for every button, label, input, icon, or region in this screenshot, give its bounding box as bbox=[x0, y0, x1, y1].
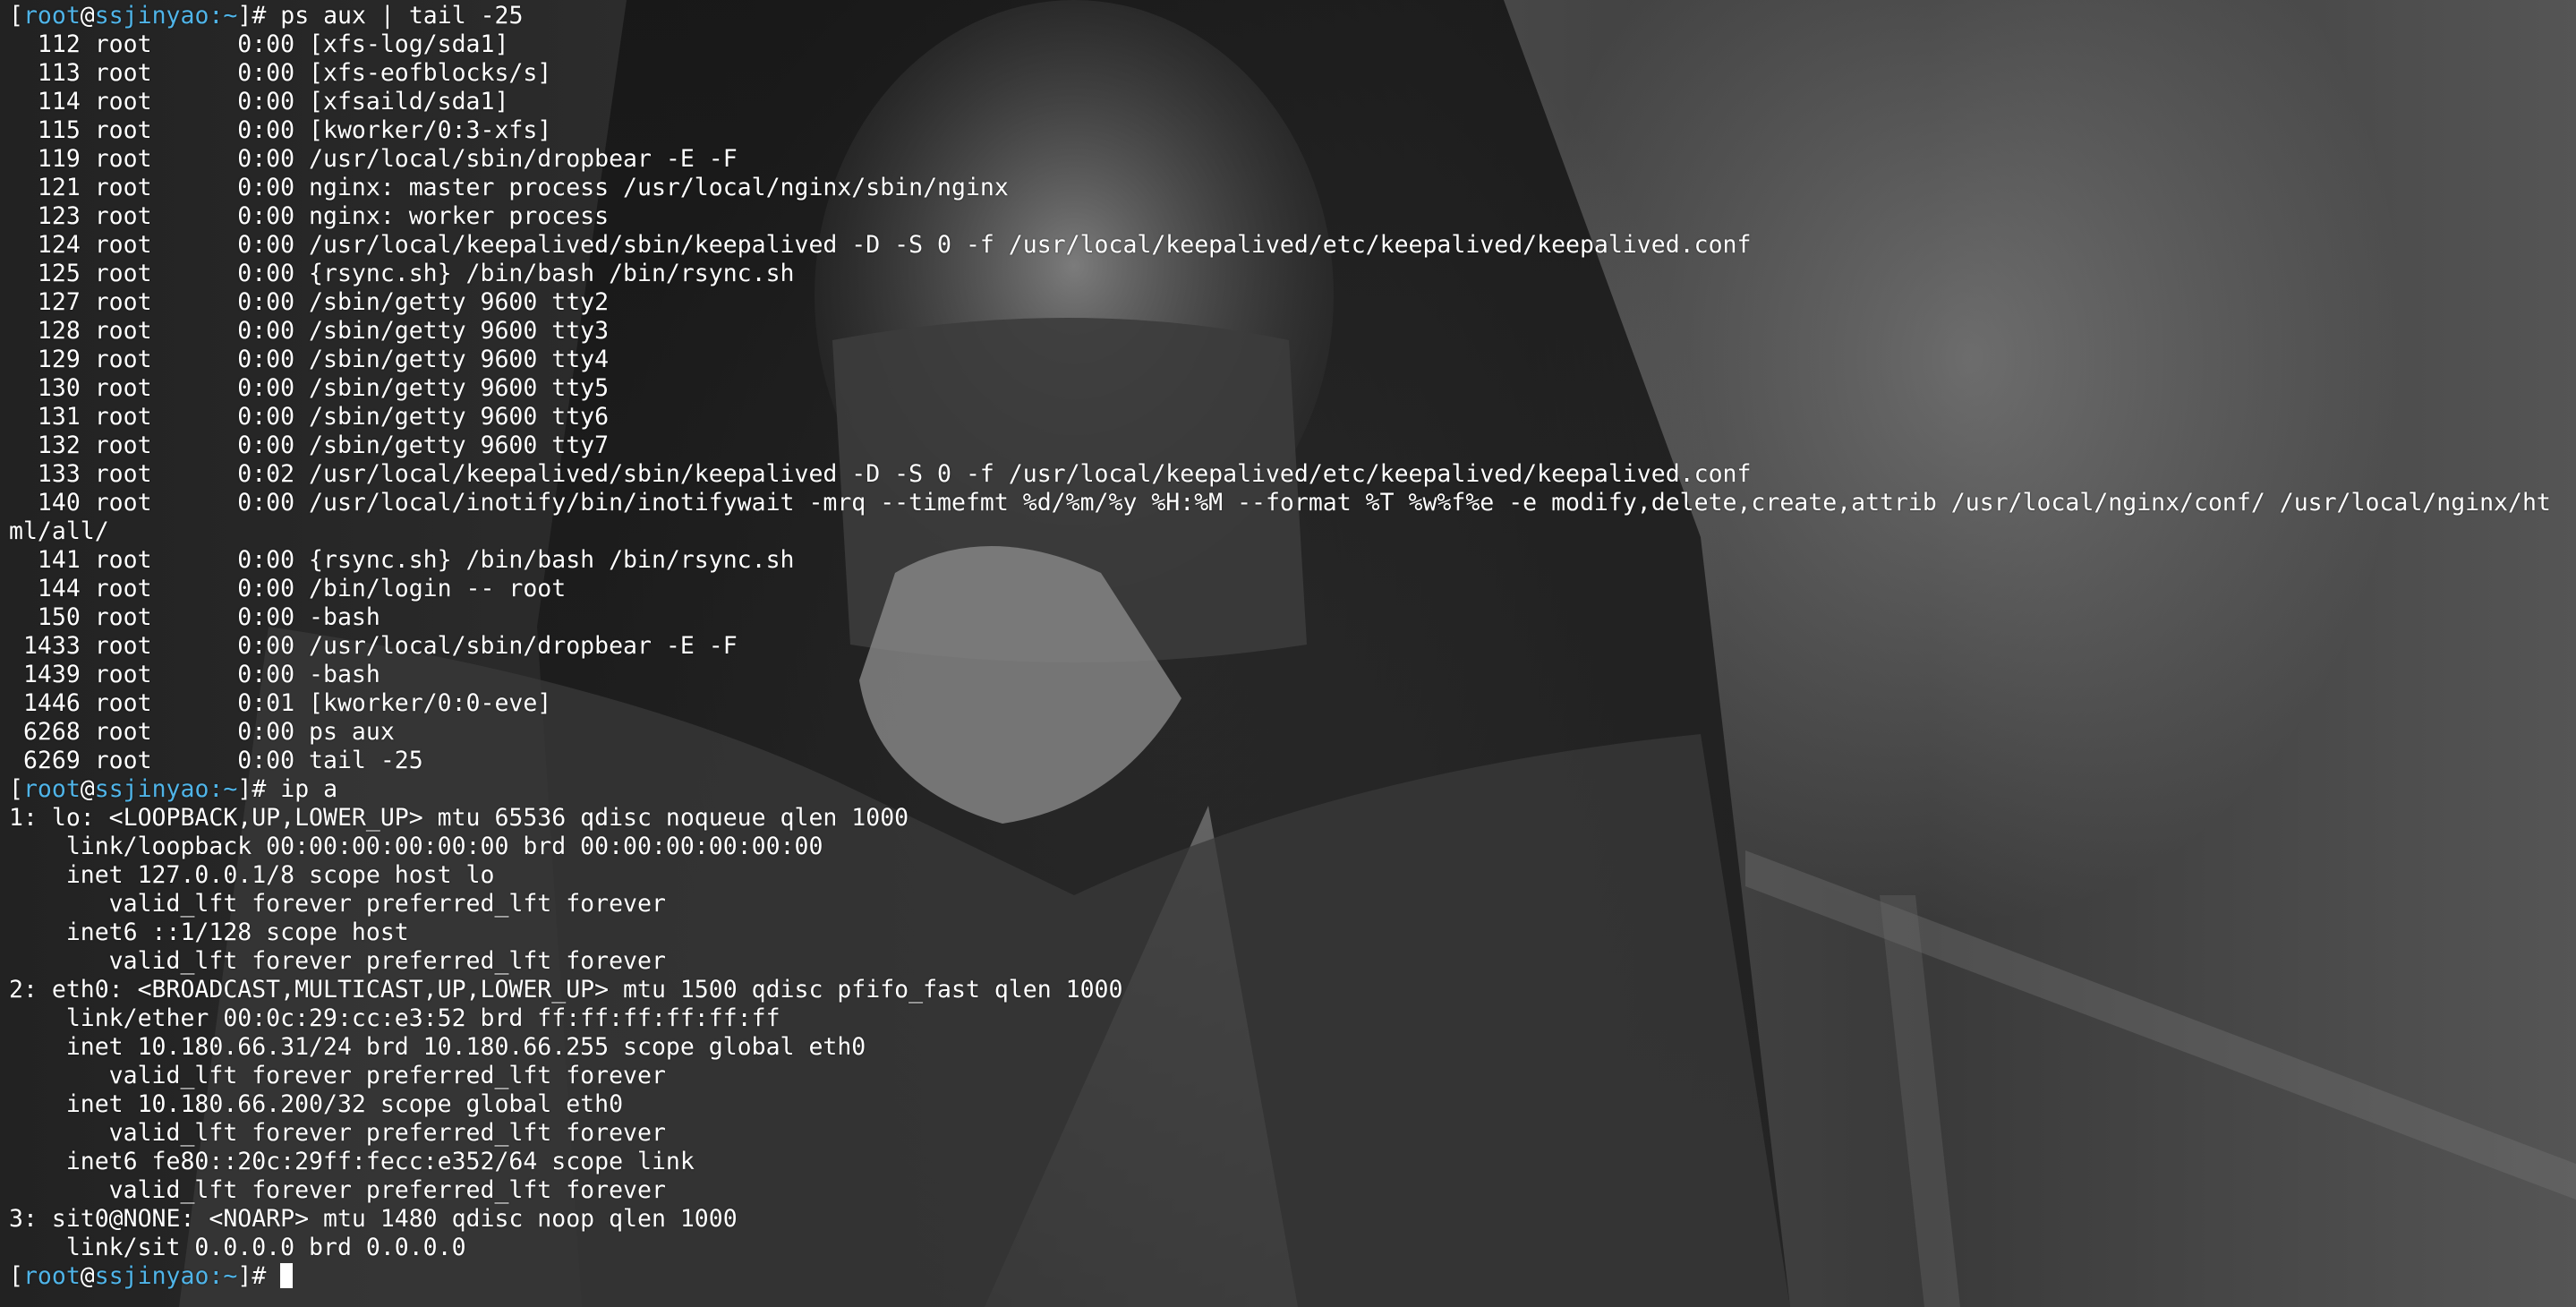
prompt-path: ~ bbox=[223, 775, 238, 803]
prompt-colon: : bbox=[209, 1262, 224, 1290]
prompt-at: @ bbox=[80, 1262, 95, 1290]
output-line: inet 127.0.0.1/8 scope host lo bbox=[9, 861, 495, 889]
output-line: 6268 root 0:00 ps aux bbox=[9, 718, 395, 746]
output-line: valid_lft forever preferred_lft forever bbox=[9, 1119, 666, 1147]
output-line: 133 root 0:02 /usr/local/keepalived/sbin… bbox=[9, 460, 1752, 488]
output-line: 131 root 0:00 /sbin/getty 9600 tty6 bbox=[9, 403, 610, 431]
output-line: 1446 root 0:01 [kworker/0:0-eve] bbox=[9, 689, 552, 717]
command-text: ps aux | tail -25 bbox=[266, 2, 524, 30]
prompt-symbol: # bbox=[252, 775, 267, 803]
prompt-user: root bbox=[22, 775, 81, 803]
prompt-host: ssjinyao bbox=[94, 1262, 209, 1290]
prompt-path: ~ bbox=[223, 2, 238, 30]
text-cursor[interactable] bbox=[280, 1263, 294, 1288]
prompt-user: root bbox=[22, 1262, 81, 1290]
output-line: 128 root 0:00 /sbin/getty 9600 tty3 bbox=[9, 317, 610, 345]
prompt-colon: : bbox=[209, 2, 224, 30]
prompt-bracket-close: ] bbox=[237, 2, 252, 30]
output-line: 2: eth0: <BROADCAST,MULTICAST,UP,LOWER_U… bbox=[9, 976, 1123, 1004]
output-line: 113 root 0:00 [xfs-eofblocks/s] bbox=[9, 59, 552, 87]
command-text: ip a bbox=[266, 775, 338, 803]
output-line: 1439 root 0:00 -bash bbox=[9, 661, 380, 688]
prompt-host: ssjinyao bbox=[94, 2, 209, 30]
output-line: valid_lft forever preferred_lft forever bbox=[9, 947, 666, 975]
output-line: 124 root 0:00 /usr/local/keepalived/sbin… bbox=[9, 231, 1752, 259]
output-line: 115 root 0:00 [kworker/0:3-xfs] bbox=[9, 116, 552, 144]
output-line: valid_lft forever preferred_lft forever bbox=[9, 1176, 666, 1204]
output-line: link/loopback 00:00:00:00:00:00 brd 00:0… bbox=[9, 833, 823, 860]
prompt-path: ~ bbox=[223, 1262, 238, 1290]
prompt-bracket-close: ] bbox=[237, 1262, 252, 1290]
output-line: 140 root 0:00 /usr/local/inotify/bin/ino… bbox=[9, 489, 2551, 517]
output-line: link/sit 0.0.0.0 brd 0.0.0.0 bbox=[9, 1234, 466, 1261]
output-line: 3: sit0@NONE: <NOARP> mtu 1480 qdisc noo… bbox=[9, 1205, 738, 1233]
output-line: 150 root 0:00 -bash bbox=[9, 603, 380, 631]
prompt-bracket-open: [ bbox=[9, 2, 23, 30]
output-line: valid_lft forever preferred_lft forever bbox=[9, 1062, 666, 1089]
prompt-bracket-open: [ bbox=[9, 775, 23, 803]
output-line: 1433 root 0:00 /usr/local/sbin/dropbear … bbox=[9, 632, 738, 660]
prompt-symbol: # bbox=[252, 1262, 267, 1290]
output-line: inet6 fe80::20c:29ff:fecc:e352/64 scope … bbox=[9, 1148, 695, 1175]
output-line: 144 root 0:00 /bin/login -- root bbox=[9, 575, 567, 602]
output-line: 130 root 0:00 /sbin/getty 9600 tty5 bbox=[9, 374, 610, 402]
output-line: inet 10.180.66.200/32 scope global eth0 bbox=[9, 1090, 624, 1118]
output-line: 127 root 0:00 /sbin/getty 9600 tty2 bbox=[9, 288, 610, 316]
output-line: 6269 root 0:00 tail -25 bbox=[9, 747, 423, 774]
prompt-user: root bbox=[22, 2, 81, 30]
prompt-symbol: # bbox=[252, 2, 267, 30]
prompt-line: [root@ssjinyao:~]# ps aux | tail -25 bbox=[9, 2, 2576, 30]
output-line: inet6 ::1/128 scope host bbox=[9, 918, 409, 946]
output-line: 114 root 0:00 [xfsaild/sda1] bbox=[9, 88, 509, 115]
output-line: 1: lo: <LOOPBACK,UP,LOWER_UP> mtu 65536 … bbox=[9, 804, 909, 832]
output-line: inet 10.180.66.31/24 brd 10.180.66.255 s… bbox=[9, 1033, 866, 1061]
output-line: 132 root 0:00 /sbin/getty 9600 tty7 bbox=[9, 431, 610, 459]
prompt-line: [root@ssjinyao:~]# bbox=[9, 1262, 2576, 1291]
output-line: ml/all/ bbox=[9, 517, 109, 545]
prompt-colon: : bbox=[209, 775, 224, 803]
command-text bbox=[266, 1262, 280, 1290]
output-line: 121 root 0:00 nginx: master process /usr… bbox=[9, 174, 1009, 201]
prompt-bracket-open: [ bbox=[9, 1262, 23, 1290]
output-line: 129 root 0:00 /sbin/getty 9600 tty4 bbox=[9, 346, 610, 373]
prompt-host: ssjinyao bbox=[94, 775, 209, 803]
output-line: link/ether 00:0c:29:cc:e3:52 brd ff:ff:f… bbox=[9, 1004, 780, 1032]
output-line: 125 root 0:00 {rsync.sh} /bin/bash /bin/… bbox=[9, 260, 795, 287]
output-line: 119 root 0:00 /usr/local/sbin/dropbear -… bbox=[9, 145, 738, 173]
prompt-at: @ bbox=[80, 2, 95, 30]
output-line: 112 root 0:00 [xfs-log/sda1] bbox=[9, 30, 509, 58]
prompt-line: [root@ssjinyao:~]# ip a bbox=[9, 775, 2576, 804]
terminal-output[interactable]: [root@ssjinyao:~]# ps aux | tail -25 112… bbox=[0, 0, 2576, 1307]
prompt-bracket-close: ] bbox=[237, 775, 252, 803]
output-line: 123 root 0:00 nginx: worker process bbox=[9, 202, 610, 230]
output-line: 141 root 0:00 {rsync.sh} /bin/bash /bin/… bbox=[9, 546, 795, 574]
prompt-at: @ bbox=[80, 775, 95, 803]
output-line: valid_lft forever preferred_lft forever bbox=[9, 890, 666, 918]
